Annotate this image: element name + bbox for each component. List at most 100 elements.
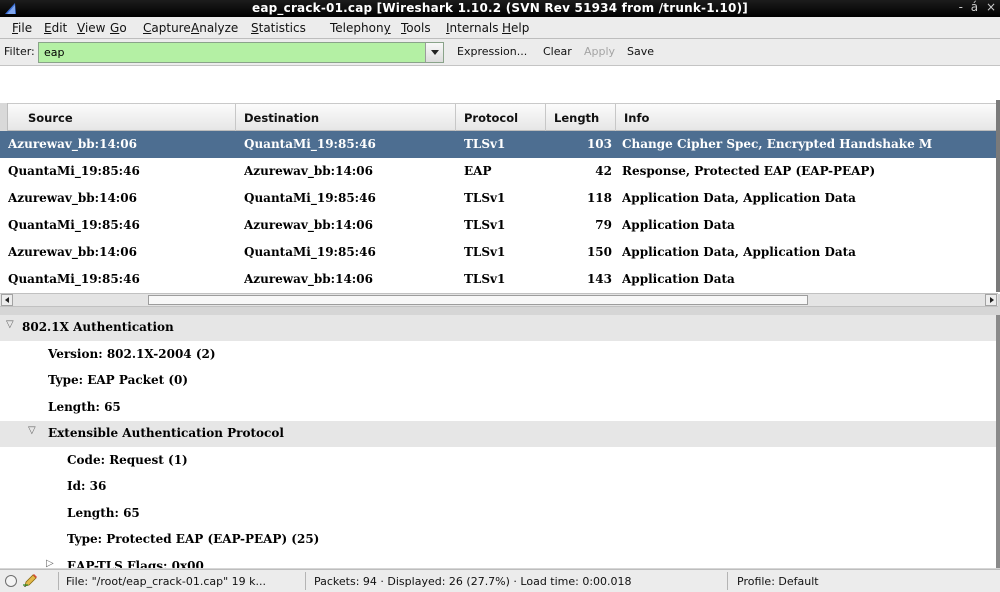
cell-protocol: TLSv1 [464, 137, 506, 151]
packet-row[interactable]: Azurewav_bb:14:06 QuantaMi_19:85:46 TLSv1 1… [0, 131, 996, 158]
menu-bar: File Edit View Go Capture Analyze Statistics Te… [0, 17, 1000, 39]
status-separator [727, 572, 728, 590]
scroll-right-arrow-icon[interactable] [985, 294, 997, 306]
minimize-icon[interactable]: - [959, 0, 963, 14]
details-vertical-scrollbar[interactable] [996, 315, 1000, 568]
cell-destination: Azurewav_bb:14:06 [244, 218, 373, 232]
menu-view[interactable]: View [77, 21, 105, 35]
cell-info: Application Data, Application Data [622, 245, 856, 259]
scroll-thumb[interactable] [148, 295, 808, 305]
detail-line[interactable]: ▽ 802.1X Authentication [0, 315, 996, 341]
detail-line[interactable]: ▽ Extensible Authentication Protocol [0, 421, 996, 447]
detail-text: EAP-TLS Flags: 0x00 [67, 558, 204, 569]
menu-file[interactable]: File [12, 21, 32, 35]
filter-input[interactable] [38, 42, 444, 63]
detail-text: Version: 802.1X-2004 (2) [48, 346, 216, 361]
packet-rows: Azurewav_bb:14:06 QuantaMi_19:85:46 TLSv1 1… [0, 131, 996, 293]
status-profile[interactable]: Profile: Default [737, 575, 819, 588]
menu-go[interactable]: Go [110, 21, 127, 35]
expander-right-icon[interactable]: ▷ [46, 558, 54, 569]
detail-text: Type: EAP Packet (0) [48, 373, 189, 387]
packet-row[interactable]: Azurewav_bb:14:06 QuantaMi_19:85:46 TLSv1 1… [0, 185, 996, 212]
detail-text: Id: 36 [67, 479, 107, 493]
restore-icon[interactable]: á [971, 0, 978, 14]
detail-text: 802.1X Authentication [22, 320, 174, 334]
apply-button[interactable]: Apply [584, 45, 615, 58]
detail-line[interactable]: Type: EAP Packet (0) [0, 368, 996, 394]
expander-down-icon[interactable]: ▽ [28, 425, 36, 436]
menu-statistics[interactable]: Statistics [251, 21, 306, 35]
packet-list-header: Source Destination Protocol Length Info [0, 103, 996, 132]
menu-help[interactable]: Help [502, 21, 529, 35]
window-title: eap_crack-01.cap [Wireshark 1.10.2 (SVN … [252, 1, 748, 15]
detail-line[interactable]: Version: 802.1X-2004 (2) [0, 342, 996, 368]
packet-row[interactable]: QuantaMi_19:85:46 Azurewav_bb:14:06 TLSv1 1… [0, 266, 996, 293]
cell-source: Azurewav_bb:14:06 [8, 245, 137, 259]
status-file: File: "/root/eap_crack-01.cap" 19 k... [66, 575, 266, 588]
cell-info: Response, Protected EAP (EAP-PEAP) [622, 164, 876, 178]
cell-length: 150 [586, 245, 612, 259]
clear-button[interactable]: Clear [543, 45, 572, 58]
cell-info: Application Data [622, 272, 735, 286]
status-bar: File: "/root/eap_crack-01.cap" 19 k... P… [0, 569, 1000, 592]
filter-toolbar: Filter: Expression... Clear Apply Save [0, 39, 1000, 66]
column-destination[interactable]: Destination [236, 104, 456, 132]
cell-protocol: TLSv1 [464, 191, 506, 205]
detail-text: Extensible Authentication Protocol [48, 426, 284, 440]
packet-row[interactable]: QuantaMi_19:85:46 Azurewav_bb:14:06 TLSv1 7… [0, 212, 996, 239]
scroll-left-arrow-icon[interactable] [1, 294, 13, 306]
save-button[interactable]: Save [627, 45, 654, 58]
close-icon[interactable]: × [986, 0, 996, 14]
expander-down-icon[interactable]: ▽ [6, 319, 14, 330]
cell-destination: Azurewav_bb:14:06 [244, 164, 373, 178]
detail-text: Type: Protected EAP (EAP-PEAP) (25) [67, 532, 320, 546]
packet-row[interactable]: Azurewav_bb:14:06 QuantaMi_19:85:46 TLSv1 1… [0, 239, 996, 266]
packet-details: ▽ 802.1X Authentication Version: 802.1X-20… [0, 315, 996, 568]
column-protocol[interactable]: Protocol [456, 104, 546, 132]
cell-info: Application Data, Application Data [622, 191, 856, 205]
expression-button[interactable]: Expression... [457, 45, 527, 58]
expert-info-circle-icon[interactable] [5, 575, 17, 587]
cell-protocol: TLSv1 [464, 218, 506, 232]
menu-edit[interactable]: Edit [44, 21, 67, 35]
packet-list-vertical-scrollbar[interactable] [996, 100, 1000, 292]
menu-telephony[interactable]: Telephony [330, 21, 391, 35]
cell-length: 143 [586, 272, 612, 286]
header-corner [0, 103, 8, 131]
cell-destination: Azurewav_bb:14:06 [244, 272, 373, 286]
edit-pencil-icon[interactable] [22, 573, 38, 589]
status-separator [58, 572, 59, 590]
cell-source: Azurewav_bb:14:06 [8, 137, 137, 151]
cell-source: QuantaMi_19:85:46 [8, 272, 140, 286]
cell-source: QuantaMi_19:85:46 [8, 164, 140, 178]
title-bar: eap_crack-01.cap [Wireshark 1.10.2 (SVN … [0, 0, 1000, 17]
menu-capture[interactable]: Capture [143, 21, 191, 35]
menu-tools[interactable]: Tools [401, 21, 431, 35]
detail-line[interactable]: Length: 65 [0, 395, 996, 421]
detail-line[interactable]: Length: 65 [0, 501, 996, 527]
menu-analyze[interactable]: Analyze [191, 21, 238, 35]
filter-dropdown-chevron-icon[interactable] [425, 43, 443, 62]
filter-label: Filter: [4, 45, 35, 58]
window-controls: - á × [955, 0, 996, 14]
status-packets: Packets: 94 · Displayed: 26 (27.7%) · Lo… [314, 575, 632, 588]
column-source[interactable]: Source [0, 104, 236, 132]
packet-row[interactable]: QuantaMi_19:85:46 Azurewav_bb:14:06 EAP 42 R… [0, 158, 996, 185]
cell-source: Azurewav_bb:14:06 [8, 191, 137, 205]
column-length[interactable]: Length [546, 104, 616, 132]
cell-length: 103 [586, 137, 612, 151]
detail-line[interactable]: Type: Protected EAP (EAP-PEAP) (25) [0, 527, 996, 553]
cell-destination: QuantaMi_19:85:46 [244, 137, 376, 151]
detail-line[interactable]: Code: Request (1) [0, 448, 996, 474]
packet-list-horizontal-scrollbar[interactable] [0, 293, 998, 307]
detail-line[interactable]: ▷ EAP-TLS Flags: 0x00 [0, 554, 996, 569]
column-info[interactable]: Info [616, 104, 996, 132]
detail-line[interactable]: Id: 36 [0, 474, 996, 500]
cell-protocol: TLSv1 [464, 272, 506, 286]
status-separator [305, 572, 306, 590]
detail-text: Code: Request (1) [67, 452, 188, 467]
menu-internals[interactable]: Internals [446, 21, 499, 35]
detail-text: Length: 65 [48, 399, 121, 414]
cell-length: 79 [595, 218, 612, 232]
cell-length: 42 [595, 164, 612, 178]
